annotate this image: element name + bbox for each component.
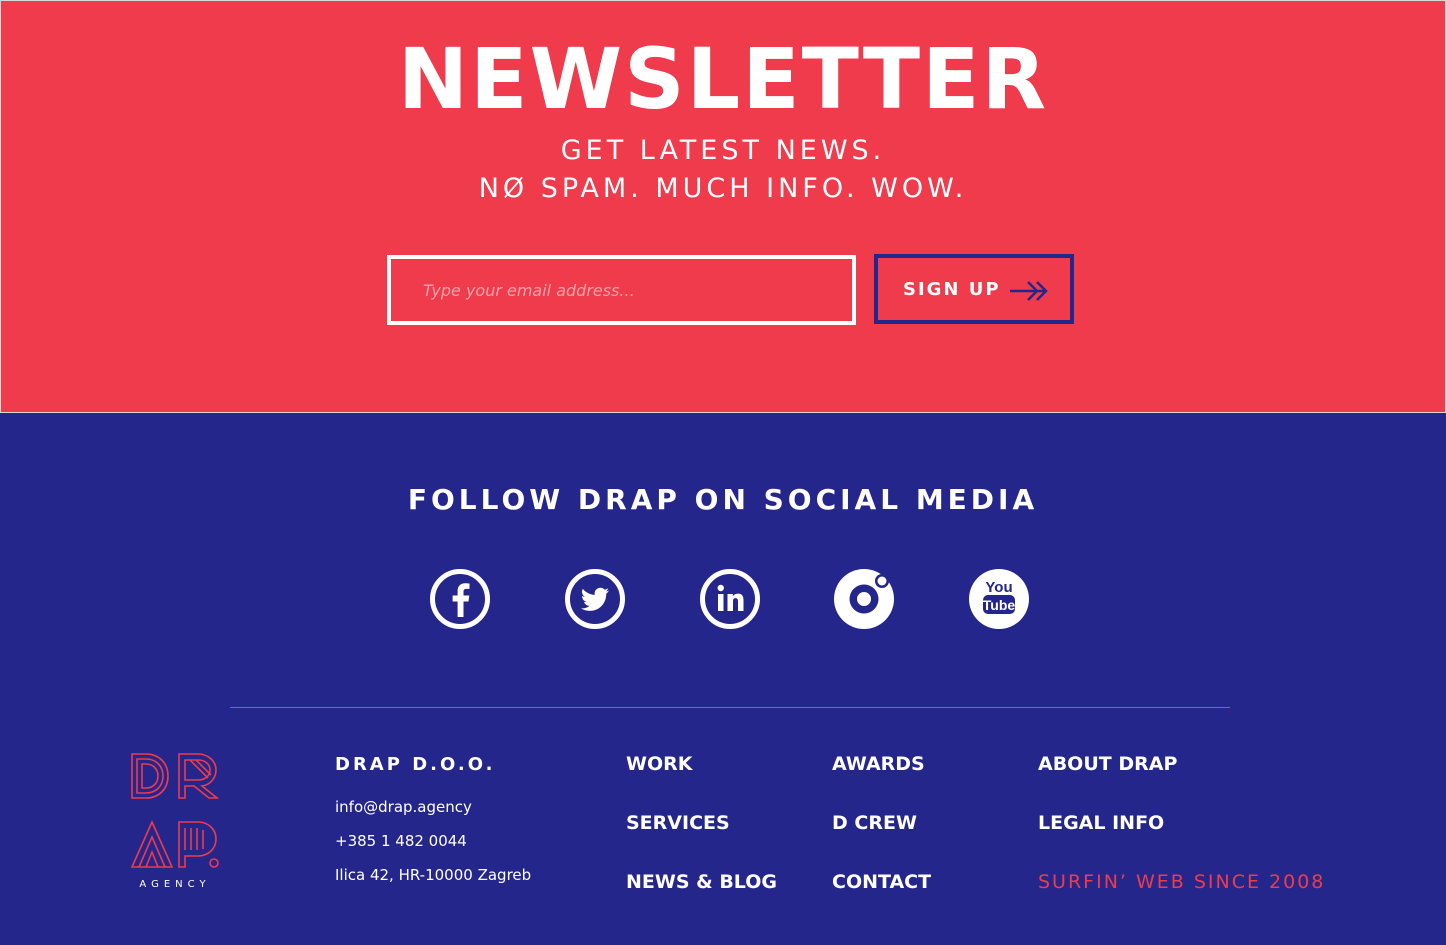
social-title: FOLLOW DRAP ON SOCIAL MEDIA bbox=[407, 483, 1039, 516]
newsletter-subtitle-line1: GET LATEST NEWS. bbox=[560, 135, 886, 166]
footer-tagline: SURFIN’ WEB SINCE 2008 bbox=[1038, 871, 1326, 893]
linkedin-link[interactable] bbox=[699, 568, 761, 630]
newsletter-subtitle-line2: NØ SPAM. MUCH INFO. WOW. bbox=[478, 173, 968, 204]
footer-link-d-crew[interactable]: D CREW bbox=[832, 812, 917, 834]
dribbble-link[interactable] bbox=[833, 568, 895, 630]
twitter-icon bbox=[565, 569, 625, 629]
facebook-link[interactable] bbox=[429, 568, 491, 630]
footer-divider bbox=[230, 707, 1230, 708]
svg-text:You: You bbox=[985, 579, 1012, 596]
footer-link-work[interactable]: WORK bbox=[626, 753, 692, 775]
newsletter-section: NEWSLETTER GET LATEST NEWS. NØ SPAM. MUC… bbox=[0, 0, 1446, 413]
svg-text:AGENCY: AGENCY bbox=[139, 879, 210, 890]
footer-link-services[interactable]: SERVICES bbox=[626, 812, 730, 834]
drap-agency-logo: AGENCY bbox=[130, 753, 220, 890]
twitter-link[interactable] bbox=[564, 568, 626, 630]
footer-link-about-drap[interactable]: ABOUT DRAP bbox=[1038, 753, 1177, 775]
linkedin-icon bbox=[700, 569, 760, 629]
newsletter-title: NEWSLETTER bbox=[397, 30, 1049, 128]
footer-link-legal-info[interactable]: LEGAL INFO bbox=[1038, 812, 1164, 834]
double-arrow-right-icon bbox=[1010, 281, 1048, 301]
sign-up-label: SIGN UP bbox=[903, 278, 1001, 300]
email-input[interactable] bbox=[387, 255, 856, 325]
dribbble-icon bbox=[834, 569, 894, 629]
contact-email-link[interactable]: info@drap.agency bbox=[335, 798, 472, 816]
facebook-icon bbox=[430, 569, 490, 629]
footer-link-awards[interactable]: AWARDS bbox=[832, 753, 925, 775]
company-name: DRAP D.O.O. bbox=[335, 754, 496, 775]
svg-text:Tube: Tube bbox=[983, 597, 1016, 613]
contact-address: Ilica 42, HR-10000 Zagreb bbox=[335, 866, 532, 884]
footer-link-news-blog[interactable]: NEWS & BLOG bbox=[626, 871, 777, 893]
youtube-link[interactable]: You Tube bbox=[968, 568, 1030, 630]
contact-phone-link[interactable]: +385 1 482 0044 bbox=[335, 832, 467, 850]
sign-up-button[interactable]: SIGN UP bbox=[874, 254, 1074, 324]
footer-link-contact[interactable]: CONTACT bbox=[832, 871, 931, 893]
youtube-icon: You Tube bbox=[969, 569, 1029, 629]
